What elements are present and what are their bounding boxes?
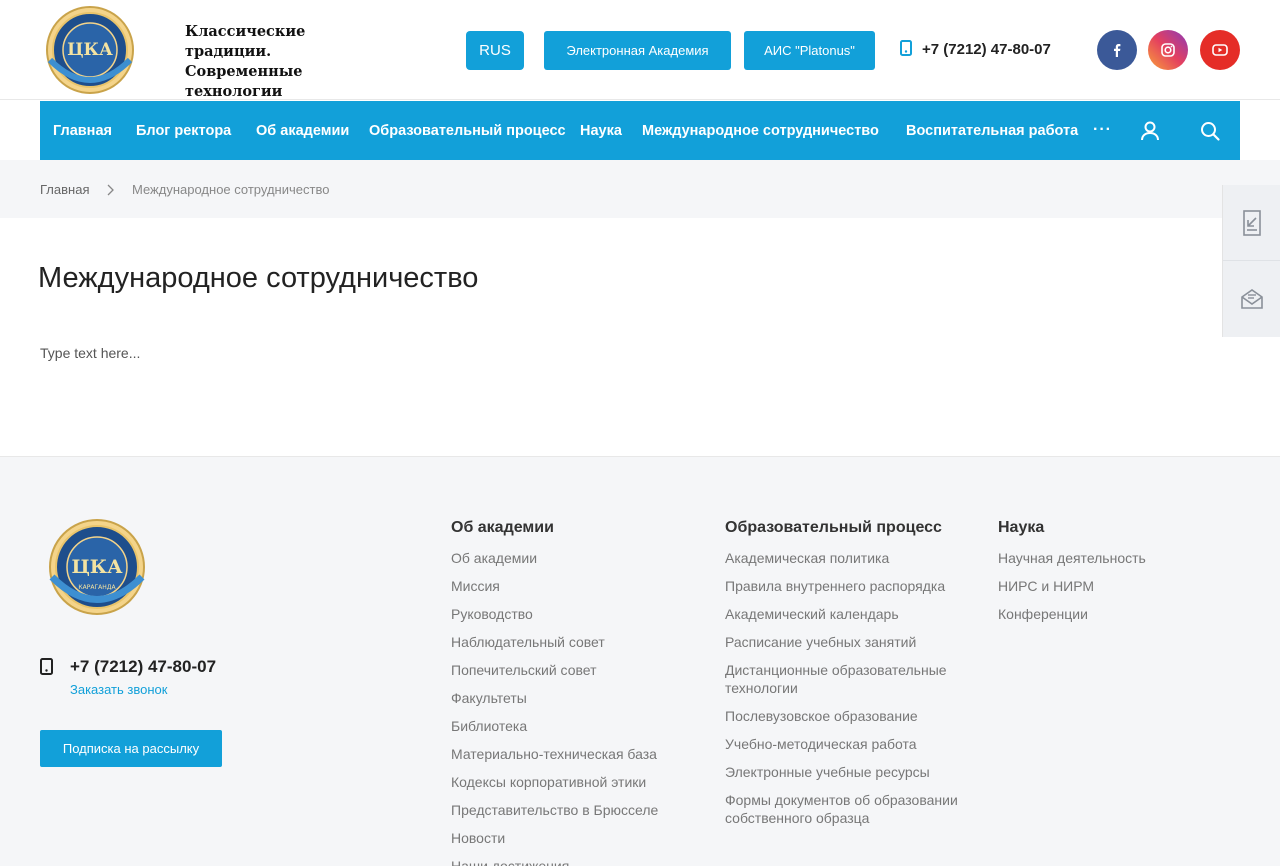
- footer-link[interactable]: Новости: [451, 829, 701, 847]
- footer-link[interactable]: Академический календарь: [725, 605, 975, 623]
- nav-item-international[interactable]: Международное сотрудничество: [642, 101, 879, 160]
- footer-link[interactable]: Миссия: [451, 577, 701, 595]
- youtube-icon[interactable]: [1200, 30, 1240, 70]
- footer-link[interactable]: Расписание учебных занятий: [725, 633, 975, 651]
- footer-link[interactable]: Руководство: [451, 605, 701, 623]
- main-navigation: Главная Блог ректора Об академии Образов…: [40, 101, 1240, 160]
- breadcrumb: Главная Международное сотрудничество: [0, 160, 1280, 218]
- nav-item-rector-blog[interactable]: Блог ректора: [136, 101, 231, 160]
- electronic-academy-button[interactable]: Электронная Академия: [544, 31, 731, 70]
- mail-open-icon: [1241, 289, 1263, 309]
- footer-phone-number[interactable]: +7 (7212) 47-80-07: [70, 657, 216, 677]
- ais-platonus-button[interactable]: АИС "Platonus": [744, 31, 875, 70]
- nav-item-upbringing[interactable]: Воспитательная работа: [906, 101, 1078, 160]
- instagram-icon[interactable]: [1148, 30, 1188, 70]
- footer-link[interactable]: Попечительский совет: [451, 661, 701, 679]
- nav-item-science[interactable]: Наука: [580, 101, 622, 160]
- footer-link[interactable]: Представительство в Брюсселе: [451, 801, 701, 819]
- footer-link[interactable]: НИРС и НИРМ: [998, 577, 1238, 595]
- nav-item-home[interactable]: Главная: [53, 101, 112, 160]
- academy-logo[interactable]: ЦКА: [40, 5, 140, 95]
- phone-icon: [900, 40, 914, 58]
- page-title: Международное сотрудничество: [38, 262, 479, 294]
- side-download-button[interactable]: [1223, 185, 1280, 261]
- language-button[interactable]: RUS: [466, 31, 524, 70]
- footer-link[interactable]: Факультеты: [451, 689, 701, 707]
- footer-link[interactable]: Библиотека: [451, 717, 701, 735]
- footer-link[interactable]: Академическая политика: [725, 549, 975, 567]
- footer-link[interactable]: Научная деятельность: [998, 549, 1238, 567]
- footer-link[interactable]: Формы документов об образовании собствен…: [725, 791, 975, 827]
- footer-column-about: Об академии Об академии Миссия Руководст…: [451, 519, 701, 866]
- footer-link[interactable]: Учебно-методическая работа: [725, 735, 975, 753]
- footer-link[interactable]: Дистанционные образовательные технологии: [725, 661, 975, 697]
- user-icon[interactable]: [1139, 120, 1161, 142]
- site-footer: ЦКА КАРАГАНДА +7 (7212) 47-80-07 Заказат…: [0, 456, 1280, 866]
- side-tools-panel: [1222, 185, 1280, 337]
- svg-text:ЦКА: ЦКА: [67, 40, 113, 60]
- footer-link[interactable]: Материально-техническая база: [451, 745, 701, 763]
- footer-phone-icon: [40, 658, 53, 675]
- footer-link[interactable]: Кодексы корпоративной этики: [451, 773, 701, 791]
- footer-column-title: Об академии: [451, 519, 554, 536]
- side-mail-button[interactable]: [1223, 261, 1280, 337]
- breadcrumb-current: Международное сотрудничество: [132, 182, 330, 197]
- site-slogan: Классические традиции. Современные техно…: [185, 23, 306, 100]
- footer-link[interactable]: Об академии: [451, 549, 701, 567]
- footer-link[interactable]: Конференции: [998, 605, 1238, 623]
- site-header: ЦКА Классические традиции. Современные т…: [0, 0, 1280, 100]
- search-icon[interactable]: [1199, 120, 1221, 142]
- subscribe-button[interactable]: Подписка на рассылку: [40, 730, 222, 767]
- header-phone-number: +7 (7212) 47-80-07: [922, 40, 1051, 58]
- facebook-icon[interactable]: [1097, 30, 1137, 70]
- nav-item-about[interactable]: Об академии: [256, 101, 349, 160]
- footer-link[interactable]: Электронные учебные ресурсы: [725, 763, 975, 781]
- callback-link[interactable]: Заказать звонок: [70, 682, 167, 697]
- page-body-text: Type text here...: [40, 345, 141, 361]
- footer-column-science: Наука Научная деятельность НИРС и НИРМ К…: [998, 519, 1238, 633]
- footer-link[interactable]: Послевузовское образование: [725, 707, 975, 725]
- nav-item-education[interactable]: Образовательный процесс: [369, 101, 566, 160]
- svg-text:КАРАГАНДА: КАРАГАНДА: [78, 584, 116, 591]
- footer-column-title: Наука: [998, 519, 1045, 536]
- breadcrumb-home-link[interactable]: Главная: [40, 182, 89, 197]
- svg-text:ЦКА: ЦКА: [71, 556, 123, 578]
- footer-link[interactable]: Правила внутреннего распорядка: [725, 577, 975, 595]
- footer-link[interactable]: Наши достижения: [451, 857, 701, 866]
- footer-column-education: Образовательный процесс Академическая по…: [725, 519, 975, 837]
- footer-column-title: Образовательный процесс: [725, 519, 942, 536]
- chevron-right-icon: [105, 183, 115, 196]
- header-phone[interactable]: +7 (7212) 47-80-07: [900, 40, 1051, 58]
- document-arrow-icon: [1243, 209, 1261, 236]
- nav-more-button[interactable]: ···: [1093, 121, 1112, 139]
- footer-link[interactable]: Наблюдательный совет: [451, 633, 701, 651]
- footer-logo[interactable]: ЦКА КАРАГАНДА: [40, 517, 154, 617]
